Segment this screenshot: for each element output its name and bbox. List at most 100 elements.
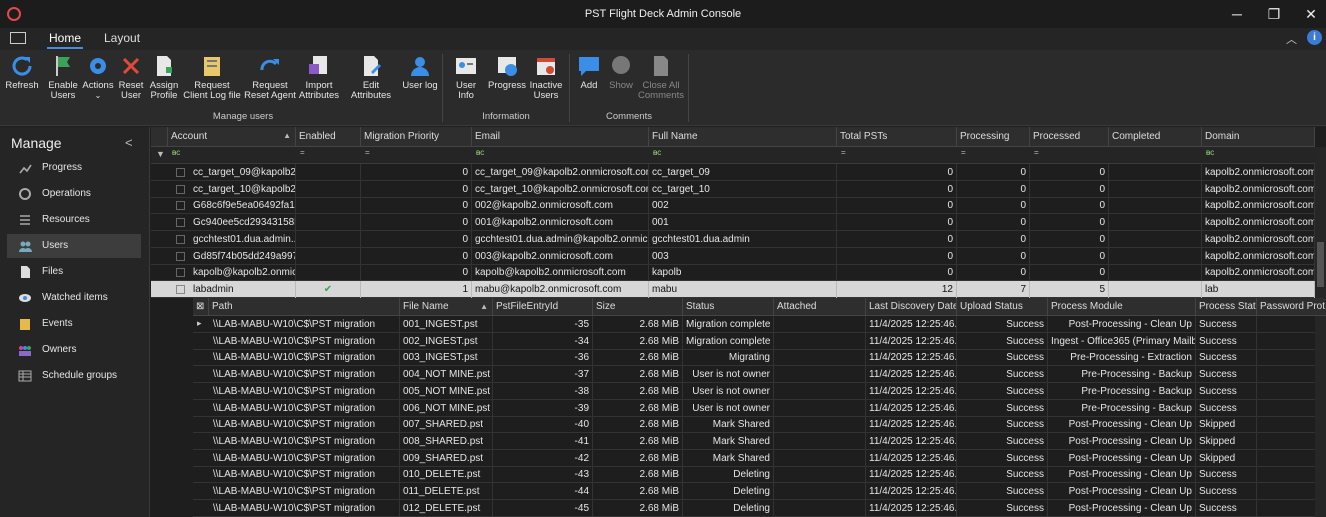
close-all-comments-button[interactable]: Close All Comments [638,54,684,101]
column-header[interactable]: Password Prot... [1257,298,1326,316]
add-comment-button[interactable]: Add [574,54,604,91]
sidebar-item-schedule-groups[interactable]: Schedule groups [7,364,141,388]
filter-cell[interactable]: = [296,148,361,163]
user-info-button[interactable]: User Info [447,54,485,101]
group-label-comments: Comments [606,111,652,122]
filter-cell[interactable]: ᴃᴄ [472,148,649,163]
file-row[interactable]: \\LAB-MABU-W10\C$\PST migration 009_SHARE… [193,449,1315,467]
column-header[interactable]: Processing [957,127,1030,147]
column-header[interactable]: Completed [1109,127,1202,147]
table-row[interactable]: Gc940ee5cd29343158b...0001@kapolb2.onmic… [151,214,1315,232]
user-log-button[interactable]: User log [402,54,438,91]
edit-attributes-button[interactable]: Edit Attributes [342,54,400,101]
enable-users-button[interactable]: Enable Users [46,54,80,101]
column-header[interactable]: Full Name [649,127,837,147]
column-header[interactable]: Path [209,298,400,316]
expand-icon[interactable] [176,218,185,228]
expand-icon[interactable] [176,234,185,244]
table-row[interactable]: gcchtest01.dua.admin... 0 gcchtest01.dua.a… [151,230,1315,248]
file-row[interactable]: \\LAB-MABU-W10\C$\PST migration 004_NOT M… [193,366,1315,384]
filter-cell[interactable]: ᴃᴄ [168,148,296,163]
filter-cell[interactable]: = [837,148,957,163]
column-header[interactable]: Status [683,298,774,316]
file-row[interactable]: \\LAB-MABU-W10\C$\PST migration 007_SHARE… [193,416,1315,434]
column-header[interactable]: Process Module [1048,298,1196,316]
restore-button[interactable]: ❐ [1259,4,1289,24]
quick-access-menu-icon[interactable] [10,32,26,44]
import-attributes-button[interactable]: Import Attributes [298,54,340,101]
show-comments-button[interactable]: Show [606,54,636,91]
filter-cell[interactable]: = [1030,148,1109,163]
tab-layout[interactable]: Layout [104,31,140,45]
tab-home[interactable]: Home [46,31,84,49]
table-cell: 11/4/2025 12:25:46... [866,399,957,417]
file-row[interactable]: ▸ \\LAB-MABU-W10\C$\PST migration 001_INGE… [193,316,1315,333]
filter-cell[interactable]: ᴃᴄ [1202,148,1315,163]
file-row[interactable]: \\LAB-MABU-W10\C$\PST migration 002_INGES… [193,332,1315,350]
collapse-icon[interactable] [176,285,185,294]
column-header[interactable]: Email [472,127,649,147]
filter-cell[interactable]: ᴃᴄ [649,148,837,163]
sidebar-item-resources[interactable]: Resources [7,208,141,232]
column-header[interactable]: Account ▲ [168,127,296,147]
expand-icon[interactable] [176,168,185,177]
table-cell: 003 [649,247,837,265]
file-row[interactable]: \\LAB-MABU-W10\C$\PST migration 006_NOT M… [193,399,1315,417]
file-row[interactable]: \\LAB-MABU-W10\C$\PST migration 011_DELET… [193,483,1315,500]
table-cell: Pre-Processing - Extraction [1048,349,1196,367]
request-client-log-button[interactable]: Request Client Log file [182,54,242,101]
column-header[interactable]: Migration Priority [361,127,472,147]
file-row[interactable]: \\LAB-MABU-W10\C$\PST migration 008_SHARE… [193,432,1315,450]
column-header[interactable]: Enabled [296,127,361,147]
expand-icon[interactable] [176,251,185,261]
table-cell: 2.68 MiB [593,432,683,450]
filter-cell[interactable]: = [957,148,1030,163]
column-header[interactable]: Process Status [1196,298,1257,316]
table-cell [1109,214,1202,232]
sidebar-item-operations[interactable]: Operations [7,182,141,206]
minimize-button[interactable]: ─ [1222,4,1252,24]
sidebar-item-events[interactable]: Events [7,312,141,336]
assign-profile-button[interactable]: Assign Profile [148,54,180,101]
table-row[interactable]: kapolb@kapolb2.onmicr...0kapolb@kapolb2.… [151,264,1315,282]
file-row[interactable]: \\LAB-MABU-W10\C$\PST migration 005_NOT M… [193,382,1315,400]
column-header[interactable]: Upload Status [957,298,1048,316]
sidebar-item-progress[interactable]: Progress [7,156,141,180]
table-row-selected[interactable]: labadmin ✔ 1 mabu@kapolb2.onmicrosoft.com ma… [151,281,1315,298]
column-header[interactable]: Last Discovery Date [866,298,957,316]
progress-button[interactable]: Progress [488,54,526,91]
expand-icon[interactable] [176,184,185,194]
column-header[interactable]: Attached [774,298,866,316]
file-row[interactable]: \\LAB-MABU-W10\C$\PST migration 012_DELET… [193,499,1315,517]
sidebar-item-files[interactable]: Files [7,260,141,284]
table-row[interactable]: Gd85f74b05dd249a997... 0 003@kapolb2.onmic… [151,247,1315,265]
sidebar-collapse-button[interactable]: < [125,135,133,150]
expand-icon[interactable] [176,201,185,211]
reset-user-button[interactable]: Reset User [116,54,146,101]
inactive-users-button[interactable]: Inactive Users [528,54,564,101]
column-header[interactable]: File Name ▲ [400,298,493,316]
refresh-button[interactable]: Refresh [4,54,40,91]
file-row[interactable]: \\LAB-MABU-W10\C$\PST migration 003_INGES… [193,349,1315,367]
close-button[interactable]: ✕ [1296,4,1326,24]
column-header[interactable]: Processed [1030,127,1109,147]
sidebar-item-owners[interactable]: Owners [7,338,141,362]
column-header[interactable]: Domain [1202,127,1315,147]
actions-button[interactable]: Actions ⌄ [82,54,114,101]
scrollbar-thumb[interactable] [1317,242,1324,287]
table-row[interactable]: cc_target_09@kapolb2... 0 cc_target_09@kap… [151,164,1315,181]
sidebar-item-users[interactable]: Users [7,234,141,258]
filter-cell[interactable] [1109,148,1202,163]
file-row[interactable]: \\LAB-MABU-W10\C$\PST migration 010_DELET… [193,466,1315,484]
sidebar-item-watched-items[interactable]: Watched items [7,286,141,310]
expand-icon[interactable] [176,268,185,278]
table-row[interactable]: cc_target_10@kapolb2... 0 cc_target_10@kap… [151,180,1315,198]
info-icon[interactable]: i [1307,30,1322,45]
collapse-ribbon-icon[interactable]: ︿ [1286,31,1297,47]
column-header[interactable]: PstFileEntryId [493,298,593,316]
request-reset-agent-button[interactable]: Request Reset Agent [244,54,296,101]
table-row[interactable]: G68c6f9e5ea06492fa1... 0 002@kapolb2.onmic… [151,197,1315,215]
column-header[interactable]: Size [593,298,683,316]
filter-cell[interactable]: = [361,148,472,163]
column-header[interactable]: Total PSTs [837,127,957,147]
